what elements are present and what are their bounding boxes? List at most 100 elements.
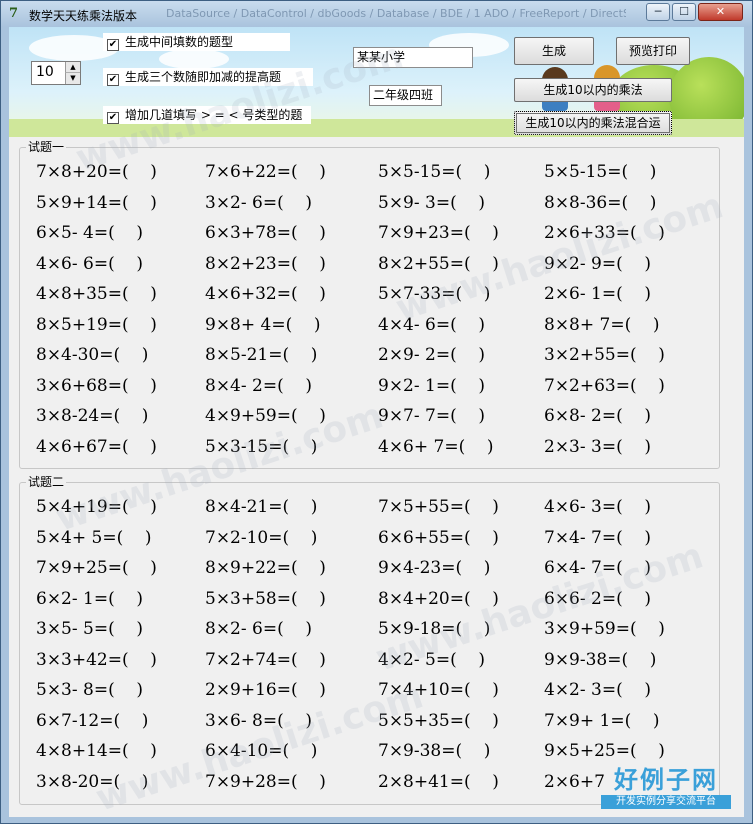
problem-item: 8×9+22=( ) [205, 558, 326, 578]
problem-item: 7×9+23=( ) [378, 223, 499, 243]
logo-main-text: 好例子网 [614, 766, 718, 794]
problem-item: 3×6- 8=( ) [205, 710, 312, 731]
problem-item: 9×2- 1=( ) [378, 375, 485, 396]
problem-item: 6×8- 2=( ) [544, 406, 651, 426]
problem-item: 6×4-10=( ) [205, 741, 318, 761]
school-name-input[interactable]: 某某小学 [353, 47, 473, 68]
problem-item: 3×8-24=( ) [36, 406, 149, 426]
compare-sign-checkbox[interactable]: ✔ 增加几道填写 > = < 号类型的题 [103, 106, 311, 124]
problem-item: 8×4+20=( ) [378, 588, 499, 609]
problem-item: 3×3+42=( ) [36, 649, 157, 670]
count-spinner[interactable]: 10 ▲ ▼ [31, 61, 81, 85]
problem-item: 6×3+78=( ) [205, 223, 326, 243]
problem-item: 6×6- 2=( ) [544, 588, 651, 609]
problem-item: 7×9+28=( ) [205, 771, 326, 792]
preview-print-button[interactable]: 预览打印 [616, 37, 690, 65]
problem-item: 5×9- 3=( ) [378, 192, 485, 213]
problem-item: 7×5+55=( ) [378, 497, 499, 517]
problem-item: 2×3- 3=( ) [544, 436, 651, 457]
checkmark-icon: ✔ [107, 39, 119, 51]
problem-item: 5×3-15=( ) [205, 436, 318, 457]
problem-item: 4×6+67=( ) [36, 436, 157, 457]
problem-item: 4×6+32=( ) [205, 284, 326, 304]
problem-item: 4×6- 3=( ) [544, 497, 651, 517]
problem-item: 7×9+ 1=( ) [544, 710, 660, 731]
problem-item: 7×2+74=( ) [205, 649, 326, 670]
problem-item: 6×7-12=( ) [36, 710, 149, 731]
problem-item: 9×5+25=( ) [544, 741, 665, 761]
problem-item: 5×5+35=( ) [378, 710, 499, 731]
spin-down-arrow-icon[interactable]: ▼ [65, 73, 80, 84]
middle-fill-checkbox[interactable]: ✔ 生成中间填数的题型 [103, 33, 290, 51]
compare-sign-checkbox-label: 增加几道填写 > = < 号类型的题 [125, 108, 303, 122]
problem-item: 7×8+20=( ) [36, 162, 157, 182]
client-area: 10 ▲ ▼ ✔ 生成中间填数的题型 ✔ 生成三个数随即加减的提高题 ✔ 增加几道填写… [9, 27, 744, 817]
title-bar[interactable]: 7 数学天天练乘法版本 DataSource / DataControl / d… [1, 1, 752, 27]
problem-item: 9×8+ 4=( ) [205, 314, 321, 335]
problem-item: 4×2- 5=( ) [378, 649, 485, 670]
problem-item: 5×9+14=( ) [36, 192, 157, 213]
group-one-label: 试题一 [26, 140, 67, 154]
cloud-decoration [159, 49, 229, 69]
problem-item: 3×5- 5=( ) [36, 619, 143, 639]
problem-item: 8×4-21=( ) [205, 497, 318, 517]
multiply-mixed-button[interactable]: 生成10以内的乘法混合运 [514, 111, 672, 135]
problem-item: 3×8-20=( ) [36, 771, 149, 792]
problem-item: 8×4-30=( ) [36, 345, 149, 365]
problem-item: 9×9-38=( ) [544, 649, 657, 670]
problem-item: 3×9+59=( ) [544, 619, 665, 639]
problem-item: 8×8+ 7=( ) [544, 314, 660, 335]
problem-item: 8×5-21=( ) [205, 345, 318, 365]
problem-item: 9×7- 7=( ) [378, 406, 485, 426]
problem-item: 8×4- 2=( ) [205, 375, 312, 396]
generate-button[interactable]: 生成 [514, 37, 594, 65]
test-group-two: 试题二 5×4+19=( ) 8×4-21=( ) 7×5+55=( ) 4×6- 3… [19, 475, 720, 805]
spin-up-arrow-icon[interactable]: ▲ [65, 62, 80, 73]
problem-item: 5×4+ 5=( ) [36, 527, 152, 548]
maximize-button[interactable]: ☐ [672, 3, 696, 21]
problem-item: 7×2+63=( ) [544, 375, 665, 396]
problem-item: 3×2+55=( ) [544, 345, 665, 365]
problem-item: 7×4+10=( ) [378, 680, 499, 700]
checkmark-icon: ✔ [107, 74, 119, 86]
problem-item: 8×2+55=( ) [378, 253, 499, 274]
problem-item: 5×5-15=( ) [378, 162, 491, 182]
problem-item: 8×2+23=( ) [205, 253, 326, 274]
problem-item: 7×9-38=( ) [378, 741, 491, 761]
problem-item: 4×2- 3=( ) [544, 680, 651, 700]
problem-item: 4×8+14=( ) [36, 741, 157, 761]
three-number-checkbox-label: 生成三个数随即加减的提高题 [125, 70, 282, 84]
problem-item: 2×9- 2=( ) [378, 345, 485, 365]
minimize-button[interactable]: ─ [646, 3, 670, 21]
window-title: 数学天天练乘法版本 [29, 9, 138, 23]
problem-item: 5×9-18=( ) [378, 619, 491, 639]
problem-item: 7×6+22=( ) [205, 162, 326, 182]
multiply-within-10-button[interactable]: 生成10以内的乘法 [514, 78, 672, 102]
problem-item: 7×4- 7=( ) [544, 527, 651, 548]
problem-item: 6×4- 7=( ) [544, 558, 651, 578]
three-number-checkbox[interactable]: ✔ 生成三个数随即加减的提高题 [103, 68, 313, 86]
problem-item: 4×4- 6=( ) [378, 314, 485, 335]
problem-item: 9×2- 9=( ) [544, 253, 651, 274]
problem-item: 5×3+58=( ) [205, 588, 326, 609]
problem-item: 8×2- 6=( ) [205, 619, 312, 639]
checkmark-icon: ✔ [107, 112, 119, 124]
app-icon: 7 [9, 6, 19, 21]
problem-item: 3×6+68=( ) [36, 375, 157, 396]
close-button[interactable]: ✕ [698, 3, 743, 21]
problem-item: 5×4+19=( ) [36, 497, 157, 517]
problem-item: 5×3- 8=( ) [36, 680, 143, 700]
problem-item: 7×9+25=( ) [36, 558, 157, 578]
problem-item: 8×8-36=( ) [544, 192, 657, 213]
count-value: 10 [36, 64, 54, 80]
problem-item: 6×6+55=( ) [378, 527, 499, 548]
problem-item: 5×5-15=( ) [544, 162, 657, 182]
class-name-input[interactable]: 二年级四班 [369, 85, 442, 106]
problem-item: 2×8+41=( ) [378, 771, 499, 792]
problem-item: 2×6+33=( ) [544, 223, 665, 243]
problem-item: 4×8+35=( ) [36, 284, 157, 304]
logo-sub-text: 开发实例分享交流平台 [601, 795, 731, 809]
problem-item: 4×6+ 7=( ) [378, 436, 494, 457]
problem-item: 8×5+19=( ) [36, 314, 157, 335]
problem-item: 2×6+7 [544, 771, 605, 792]
